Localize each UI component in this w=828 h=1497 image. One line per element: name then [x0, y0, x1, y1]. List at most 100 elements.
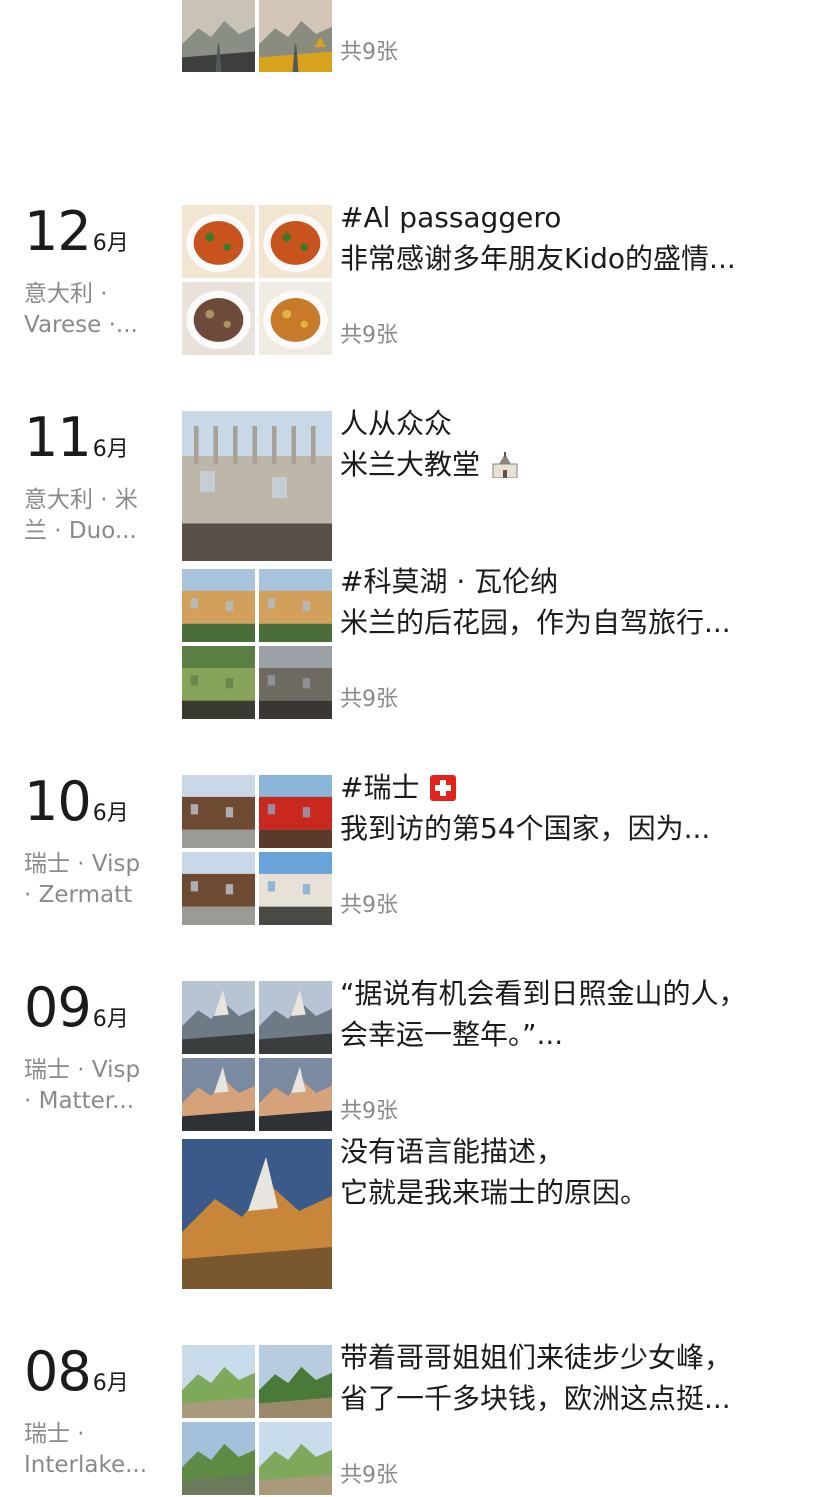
- post-text-line: 米兰大教堂: [340, 444, 810, 485]
- photo-thumbnail[interactable]: [182, 981, 255, 1054]
- photo-thumbnail[interactable]: [259, 1422, 332, 1495]
- photo-thumbnail[interactable]: [259, 205, 332, 278]
- photo-thumbnail[interactable]: [182, 1058, 255, 1131]
- post-text[interactable]: 人从众众 米兰大教堂: [340, 403, 810, 485]
- photo-thumbnail[interactable]: [259, 282, 332, 355]
- photo-thumbnail[interactable]: [259, 1058, 332, 1131]
- photo-thumbnail[interactable]: [182, 646, 255, 719]
- date-day: 11: [24, 406, 92, 469]
- photo-thumbnail[interactable]: [182, 1345, 255, 1418]
- date-day: 08: [24, 1340, 92, 1403]
- location-line: 兰 · Duo...: [24, 518, 137, 544]
- post-date: 116月: [24, 411, 129, 465]
- post-text-content: “据说有机会看到日照金山的人，: [340, 977, 747, 1010]
- photo-thumbnails[interactable]: [182, 0, 332, 72]
- date-month: 6月: [92, 437, 129, 462]
- post-text[interactable]: #瑞士我到访的第54个国家，因为...: [340, 767, 810, 849]
- post-text[interactable]: “据说有机会看到日照金山的人， 会幸运一整年。”...: [340, 973, 810, 1055]
- photo-thumbnail[interactable]: [259, 981, 332, 1054]
- photo-count: 共9张: [340, 1099, 398, 1124]
- location-line: · Matter...: [24, 1088, 135, 1114]
- post-text-content: 带着哥哥姐姐们来徒步少女峰，: [340, 1341, 733, 1374]
- post-text-content: 会幸运一整年。”...: [340, 1018, 564, 1051]
- photo-count: 共9张: [340, 687, 398, 712]
- photo-count: 共9张: [340, 40, 398, 65]
- post-text[interactable]: #科莫湖 · 瓦伦纳米兰的后花园，作为自驾旅行...: [340, 561, 810, 643]
- date-day: 09: [24, 976, 92, 1039]
- date-month: 6月: [92, 231, 129, 256]
- church-icon: [492, 452, 518, 478]
- post-text-line: #瑞士: [340, 767, 810, 808]
- post-text[interactable]: #Al passaggero 非常感谢多年朋友Kido的盛情...: [340, 197, 810, 279]
- post-location[interactable]: 瑞士 · Visp · Matter...: [24, 1055, 162, 1117]
- post-location[interactable]: 瑞士 · Interlake...: [24, 1419, 162, 1481]
- photo-thumbnail[interactable]: [182, 852, 255, 925]
- photo-thumbnails[interactable]: [182, 569, 332, 719]
- photo-thumbnail[interactable]: [182, 569, 255, 642]
- date-day: 12: [24, 200, 92, 263]
- post-text-line: “据说有机会看到日照金山的人，: [340, 973, 810, 1014]
- photo-thumbnails[interactable]: [182, 981, 332, 1131]
- post-text-content: 米兰的后花园，作为自驾旅行...: [340, 606, 731, 639]
- location-line: 意大利 · 米: [24, 487, 138, 513]
- post-text-line: 非常感谢多年朋友Kido的盛情...: [340, 238, 810, 279]
- photo-thumbnails[interactable]: [182, 1345, 332, 1495]
- photo-thumbnails[interactable]: [182, 205, 332, 355]
- post-date: 096月: [24, 981, 129, 1035]
- location-line: · Zermatt: [24, 882, 133, 908]
- post-location[interactable]: 瑞士 · Visp · Zermatt: [24, 849, 162, 911]
- post-date: 126月: [24, 205, 129, 259]
- post-text-line: #Al passaggero: [340, 197, 810, 238]
- photo-thumbnail[interactable]: [259, 1345, 332, 1418]
- post-text-content: 没有语言能描述，: [340, 1135, 565, 1168]
- post-text-line: 我到访的第54个国家，因为...: [340, 808, 810, 849]
- photo-thumbnail[interactable]: [259, 646, 332, 719]
- post-text-content: 它就是我来瑞士的原因。: [340, 1176, 649, 1209]
- photo-thumbnails[interactable]: [182, 775, 332, 925]
- post-text-content: 人从众众: [340, 407, 453, 440]
- post-text-content: 非常感谢多年朋友Kido的盛情...: [340, 242, 736, 275]
- photo-thumbnail[interactable]: [182, 0, 255, 72]
- post-text-content: #科莫湖 · 瓦伦纳: [340, 565, 559, 598]
- post-text-line: 带着哥哥姐姐们来徒步少女峰，: [340, 1337, 810, 1378]
- post-location[interactable]: 意大利 · Varese ·...: [24, 279, 162, 341]
- photo-thumbnail[interactable]: [182, 282, 255, 355]
- photo-thumbnail[interactable]: [259, 0, 332, 72]
- photo-thumbnail[interactable]: [259, 852, 332, 925]
- post-text-line: 它就是我来瑞士的原因。: [340, 1172, 810, 1213]
- photo-thumbnail[interactable]: [182, 411, 332, 561]
- photo-thumbnail[interactable]: [182, 775, 255, 848]
- post-text-line: 米兰的后花园，作为自驾旅行...: [340, 602, 810, 643]
- post-text-content: 米兰大教堂: [340, 448, 481, 481]
- photo-thumbnails[interactable]: [182, 1139, 332, 1289]
- photo-count: 共9张: [340, 893, 398, 918]
- photo-count: 共9张: [340, 1463, 398, 1488]
- post-text-line: 省了一千多块钱，欧洲这点挺...: [340, 1378, 810, 1419]
- swiss-flag-icon: [430, 775, 457, 801]
- post-text[interactable]: 没有语言能描述， 它就是我来瑞士的原因。: [340, 1131, 810, 1213]
- photo-thumbnail[interactable]: [259, 569, 332, 642]
- date-month: 6月: [92, 801, 129, 826]
- location-line: 意大利 ·: [24, 281, 108, 307]
- post-location[interactable]: 意大利 · 米兰 · Duo...: [24, 485, 162, 547]
- post-text-line: 人从众众: [340, 403, 810, 444]
- photo-thumbnail[interactable]: [182, 1139, 332, 1289]
- photo-thumbnail[interactable]: [182, 1422, 255, 1495]
- photo-thumbnail[interactable]: [259, 775, 332, 848]
- date-day: 10: [24, 770, 92, 833]
- post-text-line: #科莫湖 · 瓦伦纳: [340, 561, 810, 602]
- post-date: 086月: [24, 1345, 129, 1399]
- post-text-content: #Al passaggero: [340, 201, 562, 234]
- post-text-line: 没有语言能描述，: [340, 1131, 810, 1172]
- post-text[interactable]: 带着哥哥姐姐们来徒步少女峰， 省了一千多块钱，欧洲这点挺...: [340, 1337, 810, 1419]
- post-text-content: #瑞士: [340, 771, 420, 804]
- post-date: 106月: [24, 775, 129, 829]
- location-line: Varese ·...: [24, 312, 138, 338]
- photo-thumbnails[interactable]: [182, 411, 332, 561]
- date-month: 6月: [92, 1371, 129, 1396]
- location-line: 瑞士 · Visp: [24, 1057, 141, 1083]
- photo-thumbnail[interactable]: [182, 205, 255, 278]
- location-line: 瑞士 ·: [24, 1421, 85, 1447]
- post-text-line: 会幸运一整年。”...: [340, 1014, 810, 1055]
- location-line: Interlake...: [24, 1452, 148, 1478]
